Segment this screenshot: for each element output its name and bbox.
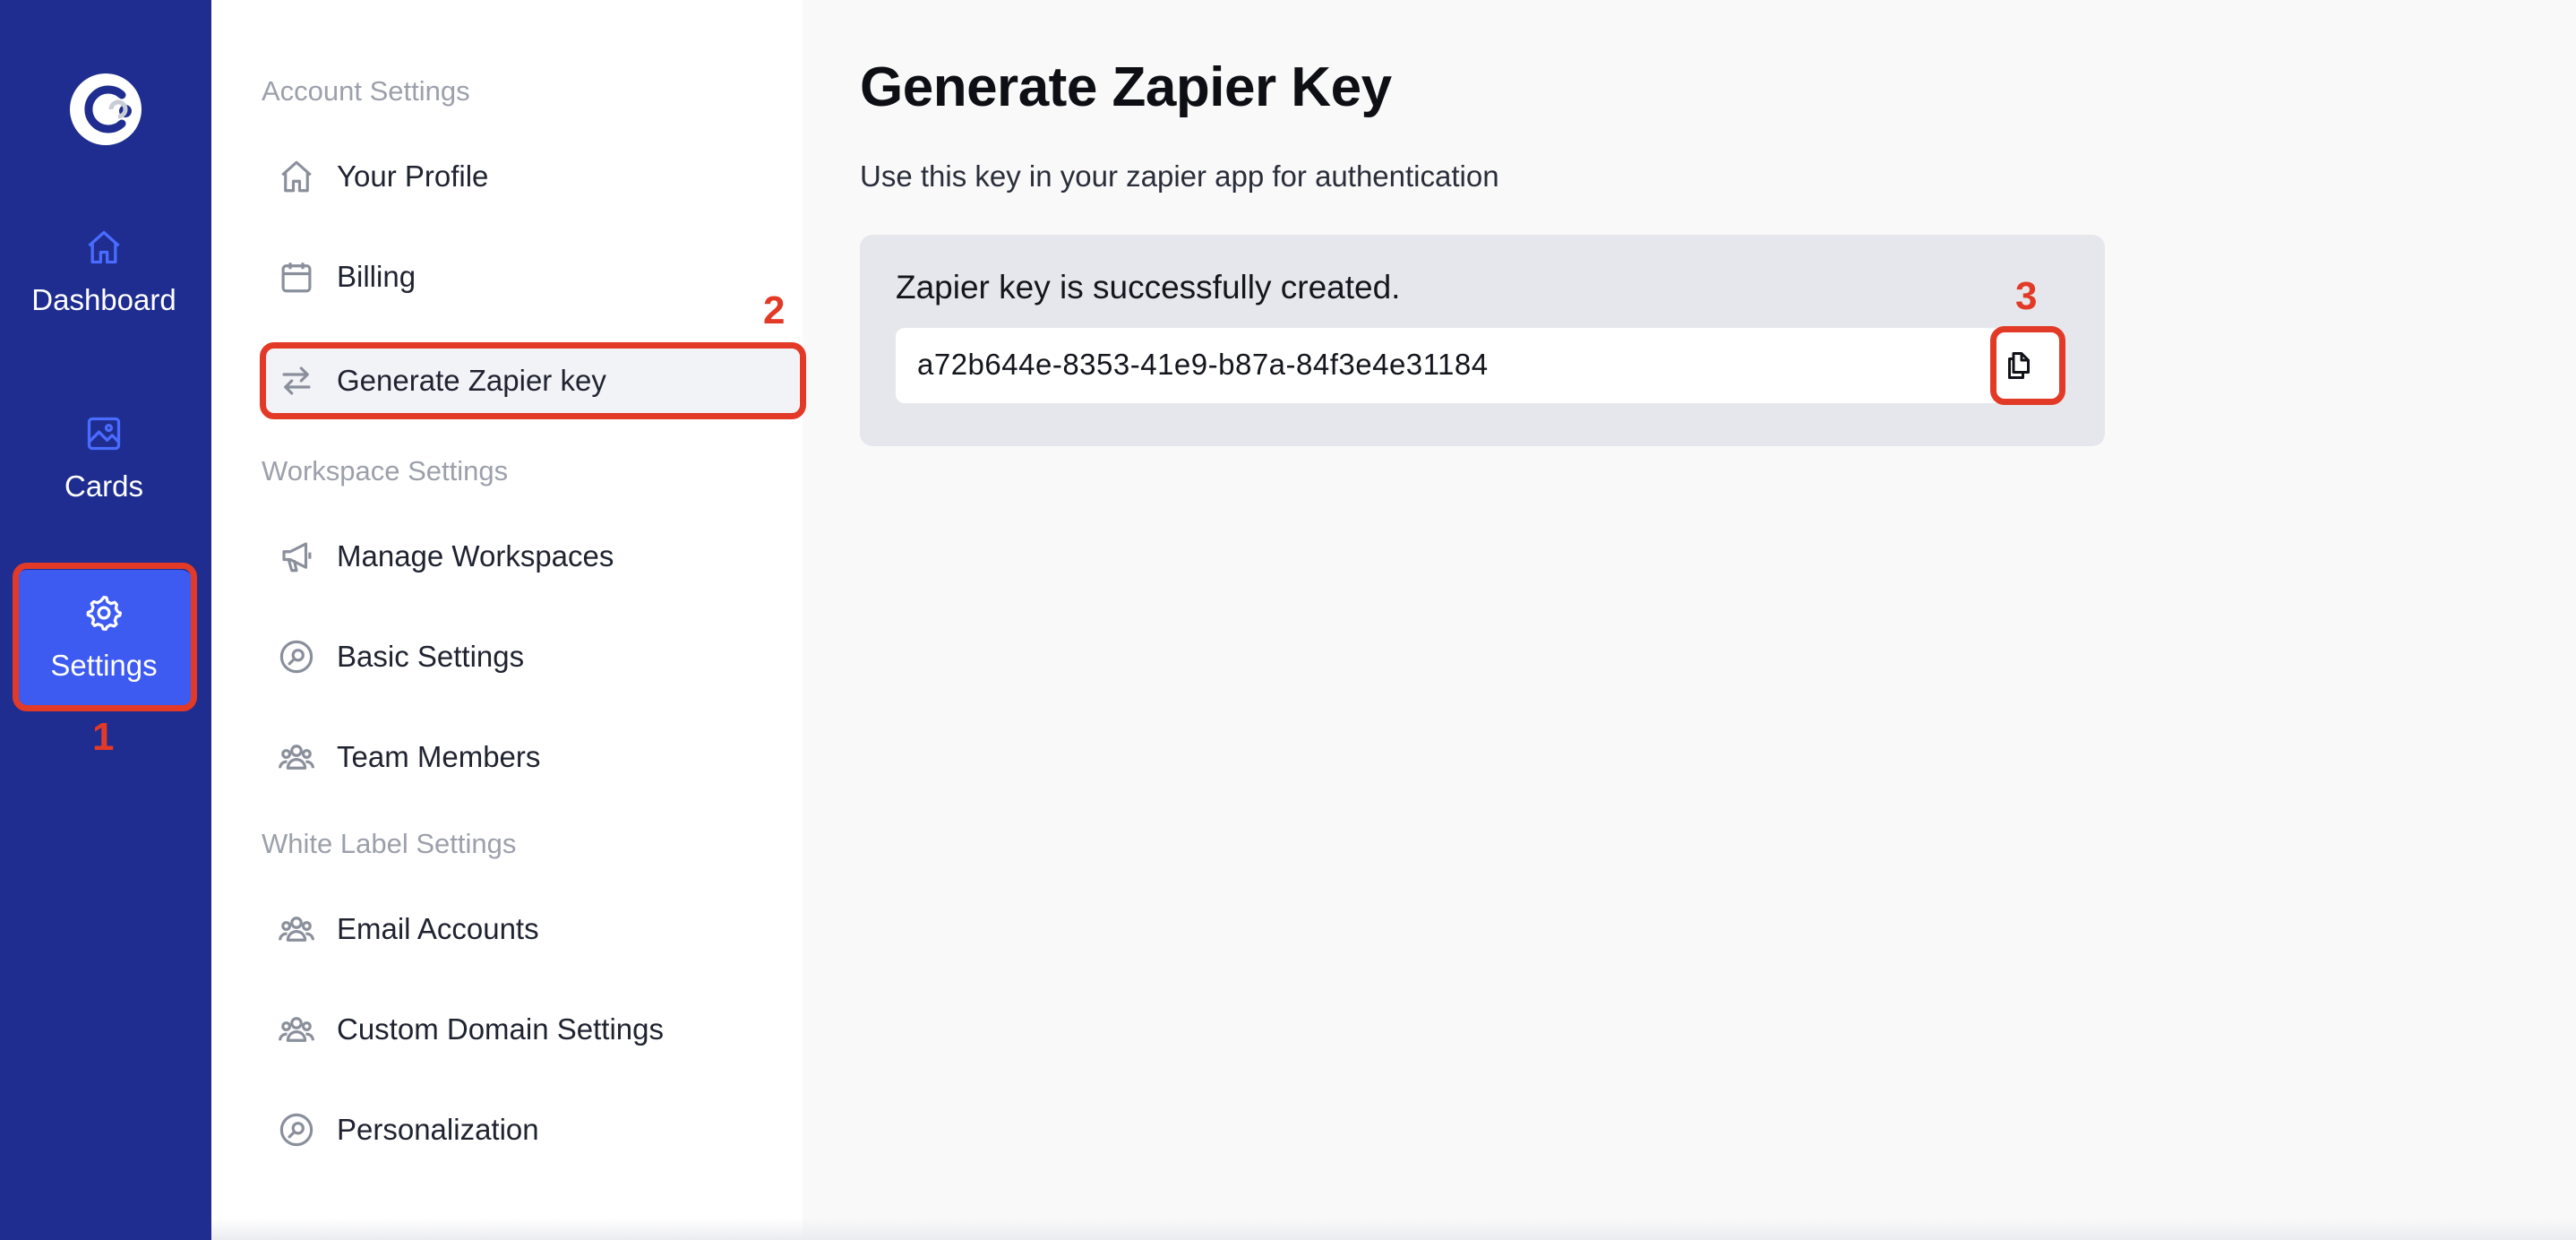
rail-item-label: Cards [64, 469, 144, 503]
menu-item-label: Email Accounts [337, 912, 539, 945]
annotation-box-copy [1990, 326, 2065, 405]
page-subtitle: Use this key in your zapier app for auth… [860, 159, 1499, 193]
users-icon [278, 910, 315, 948]
menu-item-label: Custom Domain Settings [337, 1012, 664, 1046]
calendar-icon [278, 258, 315, 296]
zapier-key-field[interactable]: a72b644e-8353-41e9-b87a-84f3e4e31184 [896, 328, 2064, 403]
search-circle-icon [278, 1111, 315, 1149]
rail-item-label: Dashboard [31, 283, 176, 316]
section-title-account: Account Settings [262, 75, 470, 107]
menu-item-label: Manage Workspaces [337, 539, 614, 573]
search-circle-icon [278, 638, 315, 676]
annotation-box-settings [13, 563, 197, 711]
section-title-workspace: Workspace Settings [262, 455, 509, 487]
annotation-step-3: 3 [2015, 274, 2038, 318]
menu-item-label: Basic Settings [337, 640, 525, 673]
rail-item-dashboard[interactable]: Dashboard [14, 204, 193, 340]
app-logo[interactable] [68, 72, 143, 147]
image-icon [87, 417, 121, 451]
settings-menu: Account Settings Your Profile Billing Ge… [211, 0, 803, 1240]
home-icon [278, 158, 315, 195]
menu-item-label: Your Profile [337, 159, 489, 193]
home-icon [88, 230, 120, 264]
menu-item-label: Billing [337, 260, 416, 293]
key-status-message: Zapier key is successfully created. [896, 269, 1401, 306]
annotation-step-1: 1 [92, 715, 115, 759]
section-title-white-label: White Label Settings [262, 828, 517, 859]
annotation-step-2: 2 [763, 288, 786, 332]
page-title: Generate Zapier Key [860, 56, 1392, 118]
menu-item-label: Personalization [337, 1113, 539, 1146]
menu-item-label: Team Members [337, 740, 541, 773]
annotation-box-zapier-key [260, 342, 806, 419]
megaphone-icon [278, 538, 315, 575]
zapier-key-card: Zapier key is successfully created. a72b… [860, 235, 2105, 446]
users-icon [278, 738, 315, 776]
rail-item-cards[interactable]: Cards [14, 391, 193, 527]
users-icon [278, 1011, 315, 1048]
main-content: Generate Zapier Key Use this key in your… [803, 0, 2576, 1240]
bottom-edge [211, 1218, 2576, 1240]
zapier-key-value[interactable]: a72b644e-8353-41e9-b87a-84f3e4e31184 [917, 348, 1489, 382]
